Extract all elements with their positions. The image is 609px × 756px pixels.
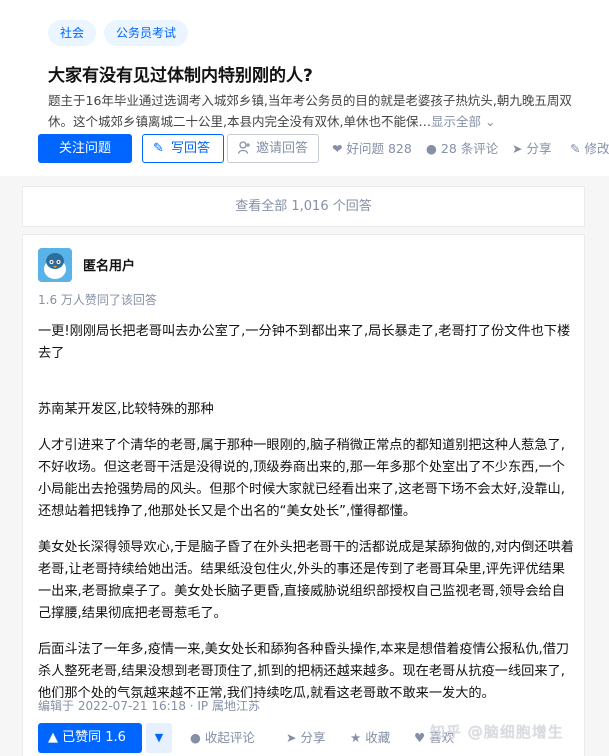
write-answer-button[interactable]: ✎ 写回答: [142, 134, 224, 163]
answer-paragraph: 苏南某开发区,比较特殊的那种: [38, 402, 214, 417]
star-icon: ★: [350, 730, 362, 745]
share-button[interactable]: ➤ 分享: [512, 134, 552, 163]
answer-paragraph: 后面斗法了一年多,疫情一来,美女处长和舔狗各种昏头操作,本来是想借着疫情公报私仇…: [38, 642, 570, 701]
edit-question-button[interactable]: ✎ 修改: [570, 134, 609, 163]
avatar[interactable]: [38, 248, 72, 282]
topic-tag-civil-service[interactable]: 公务员考试: [104, 20, 189, 46]
answer-card: 匿名用户 1.6 万人赞同了该回答 一更!刚刚局长把老哥叫去办公室了,一分钟不到…: [22, 234, 585, 756]
share-icon: ➤: [286, 730, 297, 745]
upvote-label: 已赞同 1.6 万: [62, 730, 126, 745]
comments-count: 28 条评论: [440, 141, 499, 156]
chevron-down-icon: ⌄: [484, 114, 496, 129]
follow-question-button[interactable]: 关注问题: [38, 134, 132, 163]
edit-timestamp: 编辑于 2022-07-21 16:18 · IP 属地江苏: [38, 699, 260, 713]
downvote-button[interactable]: ▼: [146, 723, 172, 753]
good-question-count: 好问题 828: [346, 141, 412, 156]
share-answer-label: 分享: [300, 730, 326, 745]
invite-answer-label: 邀请回答: [256, 141, 309, 156]
answer-paragraph: 人才引进来了个清华的老哥,属于那种一眼刚的,脑子稍微正常点的都知道别把这种人惹急…: [38, 438, 565, 519]
share-answer-button[interactable]: ➤ 分享: [286, 723, 326, 753]
view-all-answers-link[interactable]: 查看全部 1,016 个回答: [22, 186, 585, 227]
answer-paragraph: [38, 365, 578, 387]
answer-paragraph: 一更!刚刚局长把老哥叫去办公室了,一分钟不到都出来了,局长暴走了,老哥打了份文件…: [38, 324, 571, 361]
show-all-label: 显示全部: [430, 114, 481, 129]
question-actions: 关注问题 ✎ 写回答 邀请回答 ❤ 好问题 828 ● 28 条评论 ➤ 分享 ✎ 修改: [38, 134, 609, 164]
triangle-down-icon: ▼: [154, 731, 164, 744]
write-answer-label: 写回答: [171, 141, 211, 156]
good-question-button[interactable]: ❤ 好问题 828: [332, 134, 412, 163]
topic-tag-social[interactable]: 社会: [48, 20, 97, 46]
share-label: 分享: [526, 141, 552, 156]
topic-tags: 社会 公务员考试: [48, 20, 189, 46]
comments-button[interactable]: ● 28 条评论: [426, 134, 498, 163]
comment-icon: ●: [190, 730, 201, 745]
edit-label: 修改: [584, 141, 609, 156]
heart-icon: ❤: [332, 141, 343, 156]
share-icon: ➤: [512, 141, 523, 156]
triangle-up-icon: ▲: [48, 730, 58, 745]
question-title[interactable]: 大家有没有见过体制内特别刚的人?: [48, 61, 313, 86]
favorite-label: 收藏: [365, 730, 391, 745]
collapse-comments-label: 收起评论: [204, 730, 255, 745]
question-excerpt: 题主于16年毕业通过选调考入城郊乡镇,当年考公务员的目的就是老婆孩子热炕头,朝九…: [48, 90, 573, 132]
author-name[interactable]: 匿名用户: [83, 255, 135, 274]
comment-icon: ●: [426, 141, 437, 156]
upvote-button[interactable]: ▲ 已赞同 1.6 万: [38, 723, 142, 753]
question-card: 社会 公务员考试 大家有没有见过体制内特别刚的人? 题主于16年毕业通过选调考入…: [0, 0, 609, 176]
collapse-comments-button[interactable]: ● 收起评论: [190, 723, 255, 753]
answer-paragraph: 美女处长深得领导欢心,于是脑子昏了在外头把老哥干的活都说成是某舔狗做的,对内倒还…: [38, 540, 574, 621]
like-icon: ♥: [414, 730, 426, 745]
answer-body: 一更!刚刚局长把老哥叫去办公室了,一分钟不到都出来了,局长暴走了,老哥打了份文件…: [38, 321, 578, 705]
invite-answer-button[interactable]: 邀请回答: [227, 134, 319, 163]
pencil-icon: ✎: [153, 141, 164, 156]
add-user-icon: [237, 135, 250, 162]
edit-icon: ✎: [570, 141, 581, 156]
watermark: 知乎 @脑细胞增生: [430, 723, 564, 741]
show-all-link[interactable]: 显示全部 ⌄: [431, 114, 495, 129]
vote-count-summary: 1.6 万人赞同了该回答: [38, 293, 157, 307]
favorite-button[interactable]: ★ 收藏: [350, 723, 390, 753]
